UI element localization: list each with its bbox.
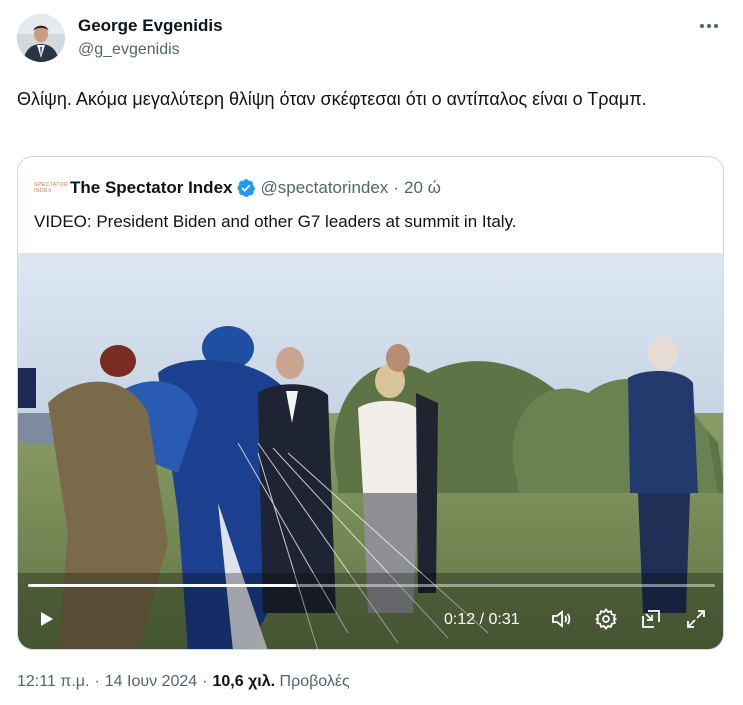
more-options-icon[interactable] — [695, 14, 723, 38]
video-progress-bar[interactable] — [28, 584, 715, 587]
volume-icon[interactable] — [547, 605, 575, 633]
quoted-header: SPECTATOR INDEX The Spectator Index @spe… — [34, 177, 441, 199]
logo-text-line2: INDEX — [34, 188, 52, 194]
tweet-time[interactable]: 12:11 π.μ. — [17, 673, 89, 690]
video-controls: 0:12 / 0:31 — [18, 601, 723, 641]
views-label: Προβολές — [279, 673, 350, 690]
tweet-date[interactable]: 14 Ιουν 2024 — [105, 673, 197, 690]
verified-badge-icon — [237, 179, 256, 197]
tweet: George Evgenidis @g_evgenidis Θλίψη. Ακό… — [0, 0, 743, 705]
tweet-metadata: 12:11 π.μ. · 14 Ιουν 2024 · 10,6 χιλ. Προβολ… — [17, 673, 350, 691]
video-duration: 0:31 — [488, 611, 520, 628]
views-count: 10,6 χιλ. — [212, 673, 276, 690]
separator-dot: · — [393, 178, 399, 197]
fullscreen-icon[interactable] — [682, 605, 710, 633]
video-player[interactable]: 0:12 / 0:31 — [18, 253, 723, 649]
spectator-index-logo[interactable]: SPECTATOR INDEX — [34, 182, 68, 194]
author-name[interactable]: George Evgenidis — [78, 16, 223, 36]
video-current-time: 0:12 — [444, 611, 476, 628]
meta-dot-2: · — [202, 673, 208, 690]
profile-photo-icon — [17, 14, 65, 62]
author-handle[interactable]: @g_evgenidis — [78, 40, 223, 60]
video-time: 0:12 / 0:31 — [444, 611, 520, 629]
quoted-tweet-card[interactable]: SPECTATOR INDEX The Spectator Index @spe… — [17, 156, 724, 650]
quoted-author-handle[interactable]: @spectatorindex — [260, 178, 388, 198]
author-block: George Evgenidis @g_evgenidis — [78, 16, 223, 60]
quoted-author-name[interactable]: The Spectator Index — [70, 178, 232, 198]
video-time-separator: / — [475, 611, 489, 628]
quoted-tweet-text: VIDEO: President Biden and other G7 lead… — [34, 212, 517, 231]
author-avatar[interactable] — [17, 14, 65, 62]
video-progress-fill — [28, 584, 296, 587]
play-icon[interactable] — [32, 605, 60, 633]
settings-icon[interactable] — [592, 605, 620, 633]
pip-icon[interactable] — [637, 605, 665, 633]
video-frame — [18, 253, 723, 649]
tweet-text: Θλίψη. Ακόμα μεγαλύτερη θλίψη όταν σκέφτ… — [17, 89, 647, 109]
quoted-timestamp[interactable]: 20 ώ — [404, 178, 441, 198]
meta-dot: · — [94, 673, 100, 690]
